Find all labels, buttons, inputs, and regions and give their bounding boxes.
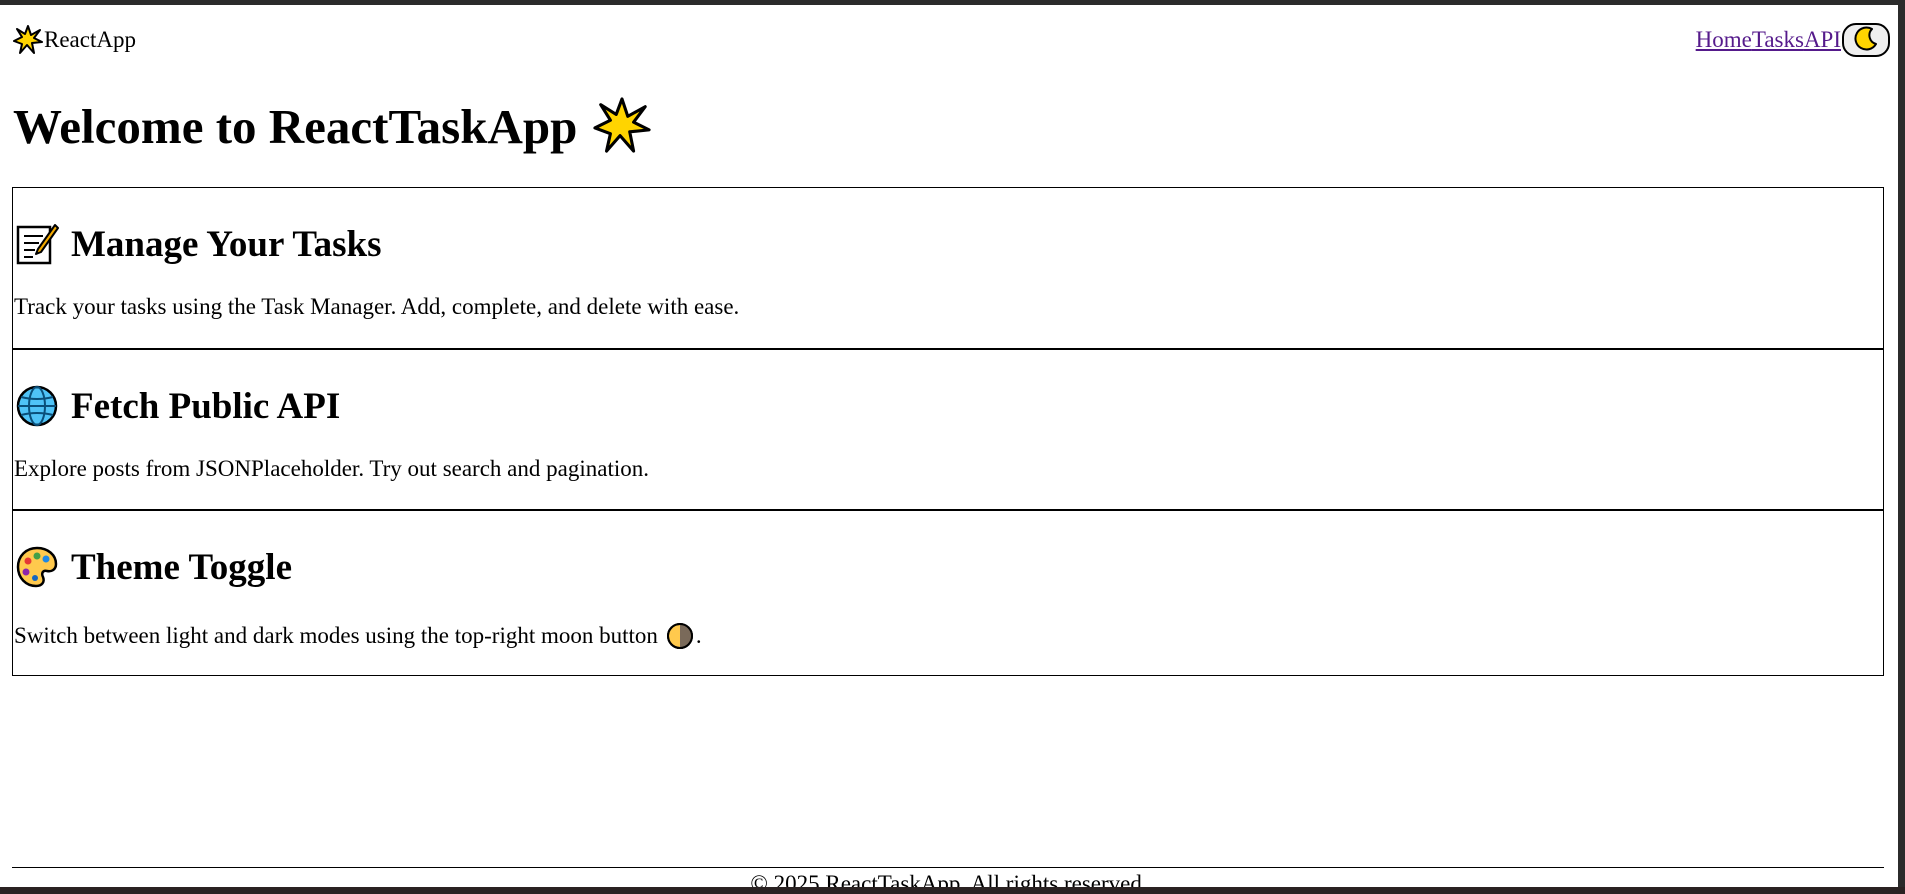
brand[interactable]: ReactApp: [13, 25, 136, 55]
palette-icon: [15, 545, 59, 589]
card-title-text: Theme Toggle: [71, 546, 292, 588]
card-description: Switch between light and dark modes usin…: [14, 622, 702, 650]
navbar: ReactApp Home Tasks API: [13, 21, 1890, 59]
memo-icon: [15, 222, 59, 266]
page-title: Welcome to ReactTaskApp: [13, 97, 652, 155]
taskbar-strip: [0, 887, 1905, 894]
card-title-text: Fetch Public API: [71, 385, 341, 427]
footer-text: © 2025 ReactTaskApp. All rights reserved…: [750, 871, 1148, 887]
half-moon-icon: [666, 622, 694, 650]
nav-links: Home Tasks API: [1696, 23, 1890, 57]
globe-icon: [15, 384, 59, 428]
page-title-text: Welcome to ReactTaskApp: [13, 98, 578, 154]
sparkle-star-icon: [593, 97, 652, 155]
sparkle-star-icon: [13, 25, 43, 55]
card-title-text: Manage Your Tasks: [71, 223, 382, 265]
feature-card-theme: Theme Toggle Switch between light and da…: [12, 509, 1884, 676]
card-description-text: Switch between light and dark modes usin…: [14, 623, 658, 648]
brand-label: ReactApp: [44, 27, 136, 52]
card-description: Explore posts from JSONPlaceholder. Try …: [14, 456, 649, 481]
feature-card-api: Fetch Public API Explore posts from JSON…: [12, 348, 1884, 510]
nav-link-home[interactable]: Home: [1696, 27, 1752, 53]
window-frame-right: [1898, 0, 1905, 894]
page-viewport: ReactApp Home Tasks API Welcome to React…: [0, 5, 1898, 887]
theme-toggle-button[interactable]: [1842, 23, 1890, 57]
card-description: Track your tasks using the Task Manager.…: [14, 294, 740, 319]
card-title: Manage Your Tasks: [15, 222, 382, 266]
card-title: Theme Toggle: [15, 545, 292, 589]
feature-card-tasks: Manage Your Tasks Track your tasks using…: [12, 187, 1884, 349]
card-title: Fetch Public API: [15, 384, 340, 428]
nav-link-tasks[interactable]: Tasks: [1752, 27, 1804, 53]
footer-divider: [12, 867, 1884, 868]
nav-link-api[interactable]: API: [1804, 27, 1841, 53]
crescent-moon-icon: [1853, 26, 1879, 55]
card-description-suffix: .: [695, 623, 702, 648]
